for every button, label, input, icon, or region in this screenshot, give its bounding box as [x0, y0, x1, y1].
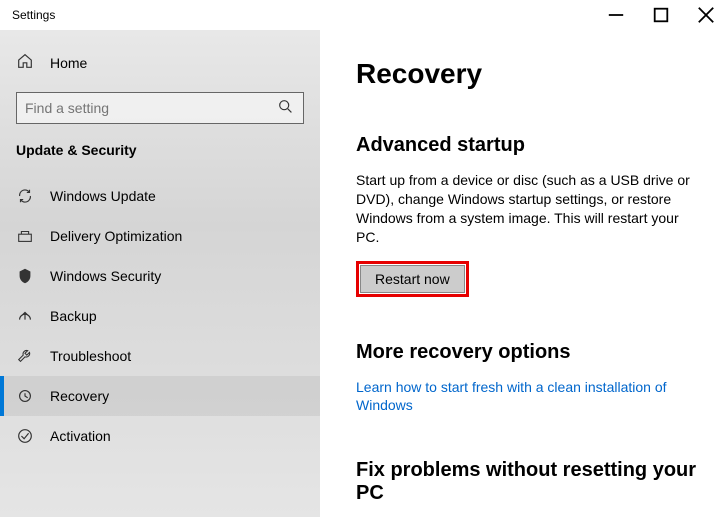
- search-box[interactable]: [16, 92, 304, 124]
- search-input[interactable]: [25, 100, 277, 116]
- more-recovery-title: More recovery options: [356, 341, 700, 364]
- sidebar-item-label: Troubleshoot: [50, 348, 131, 364]
- sidebar-item-label: Windows Security: [50, 268, 161, 284]
- sidebar-item-recovery[interactable]: Recovery: [0, 376, 320, 416]
- shield-icon: [16, 267, 34, 285]
- sync-icon: [16, 187, 34, 205]
- fresh-install-link[interactable]: Learn how to start fresh with a clean in…: [356, 378, 700, 416]
- category-label: Update & Security: [0, 142, 320, 158]
- sidebar-item-activation[interactable]: Activation: [0, 416, 320, 456]
- page-title: Recovery: [356, 58, 700, 90]
- recovery-icon: [16, 387, 34, 405]
- restart-now-button[interactable]: Restart now: [360, 265, 465, 293]
- advanced-startup-text: Start up from a device or disc (such as …: [356, 171, 700, 247]
- maximize-button[interactable]: [638, 0, 683, 30]
- titlebar: Settings: [0, 0, 728, 30]
- window-controls: [593, 0, 728, 30]
- sidebar-item-windows-update[interactable]: Windows Update: [0, 176, 320, 216]
- backup-icon: [16, 307, 34, 325]
- sidebar-item-backup[interactable]: Backup: [0, 296, 320, 336]
- minimize-button[interactable]: [593, 0, 638, 30]
- home-label: Home: [50, 55, 87, 71]
- window-title: Settings: [12, 8, 593, 22]
- restart-highlight: Restart now: [356, 261, 469, 297]
- close-button[interactable]: [683, 0, 728, 30]
- search-icon: [277, 98, 295, 119]
- sidebar-item-label: Windows Update: [50, 188, 156, 204]
- home-link[interactable]: Home: [0, 44, 320, 82]
- nav-list: Windows Update Delivery Optimization Win…: [0, 176, 320, 456]
- sidebar-item-delivery-optimization[interactable]: Delivery Optimization: [0, 216, 320, 256]
- activation-icon: [16, 427, 34, 445]
- sidebar-item-label: Delivery Optimization: [50, 228, 182, 244]
- fix-problems-title: Fix problems without resetting your PC: [356, 459, 700, 505]
- sidebar-item-windows-security[interactable]: Windows Security: [0, 256, 320, 296]
- advanced-startup-title: Advanced startup: [356, 134, 700, 157]
- home-icon: [16, 52, 34, 74]
- sidebar-item-label: Recovery: [50, 388, 109, 404]
- main-panel: Recovery Advanced startup Start up from …: [320, 30, 728, 517]
- delivery-icon: [16, 227, 34, 245]
- sidebar-item-troubleshoot[interactable]: Troubleshoot: [0, 336, 320, 376]
- troubleshoot-icon: [16, 347, 34, 365]
- sidebar-item-label: Activation: [50, 428, 111, 444]
- sidebar: Home Update & Security Windows Update: [0, 30, 320, 517]
- sidebar-item-label: Backup: [50, 308, 97, 324]
